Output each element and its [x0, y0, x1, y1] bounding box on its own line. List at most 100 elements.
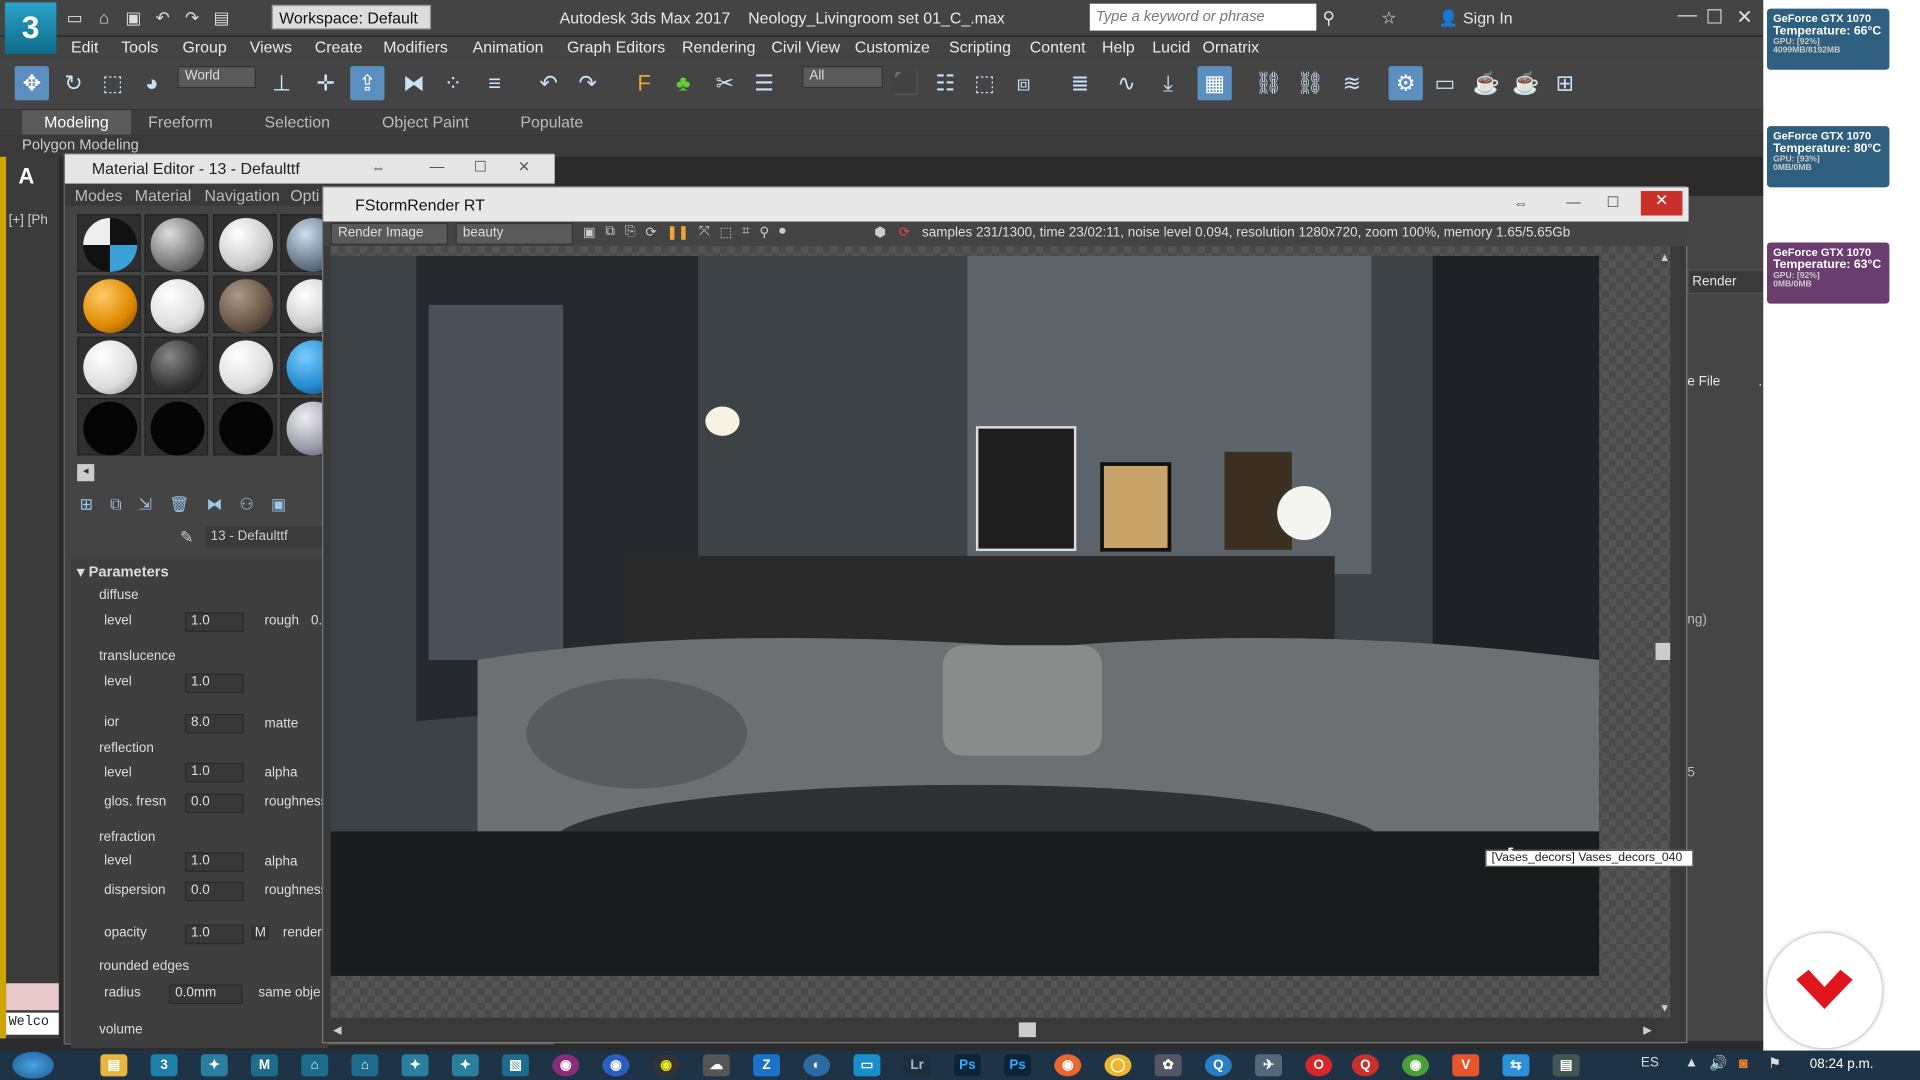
copy-image-icon[interactable]: ⧉	[605, 224, 615, 240]
sync-icon[interactable]: ⟳	[899, 224, 910, 240]
material-name-field[interactable]: 13 - Defaulttf	[205, 526, 329, 549]
app-icon[interactable]: ✦	[200, 1054, 228, 1077]
app-icon[interactable]: ◐	[803, 1054, 831, 1077]
material-slot[interactable]	[213, 397, 277, 456]
opacity-map-button[interactable]: M	[251, 925, 270, 941]
app-icon[interactable]: ◉	[602, 1054, 630, 1077]
material-slot[interactable]	[213, 336, 277, 395]
close-icon[interactable]: ✕	[1736, 5, 1752, 29]
ribbon-tab-modeling[interactable]: Modeling	[22, 110, 131, 135]
maximize-icon[interactable]: ☐	[474, 158, 487, 175]
app-icon[interactable]: ✈	[1255, 1054, 1283, 1077]
redo-tool-icon[interactable]: ↷	[571, 66, 605, 100]
material-slot[interactable]	[213, 275, 277, 334]
app-icon[interactable]: ◉	[652, 1054, 680, 1077]
workspace-dropdown[interactable]: Workspace: Default	[271, 4, 432, 30]
restore-icon[interactable]: ⇔	[371, 159, 386, 176]
schematic-icon[interactable]: ⤓	[1151, 66, 1185, 100]
close-icon[interactable]: ✕	[518, 158, 530, 175]
copy-material-icon[interactable]: ⧓	[206, 495, 222, 515]
photoshop-icon[interactable]: Ps	[953, 1054, 981, 1077]
reflection-level-spinner[interactable]: 1.0	[184, 762, 244, 783]
radius-spinner[interactable]: 0.0mm	[168, 984, 243, 1005]
list-icon[interactable]: ☰	[747, 66, 781, 100]
chrome-icon[interactable]: ◉	[1402, 1054, 1429, 1077]
tray-icon[interactable]: ◙	[1739, 1054, 1748, 1071]
glos-fresnel-spinner[interactable]: 0.0	[184, 793, 244, 814]
minimize-icon[interactable]: —	[1566, 193, 1581, 210]
scroll-left-icon[interactable]: ◀	[333, 1024, 341, 1037]
vertical-scrollbar-thumb[interactable]	[1655, 642, 1671, 661]
viewport-label[interactable]: [+] [Ph	[9, 213, 48, 228]
rough-value[interactable]: 0.	[311, 613, 322, 628]
refresh-icon[interactable]: ⟳	[645, 224, 656, 240]
app-icon[interactable]: ✦	[401, 1054, 429, 1077]
camera-icon[interactable]: ⏺	[779, 224, 786, 240]
app-icon[interactable]: ✿	[1154, 1054, 1182, 1077]
maximize-icon[interactable]: ☐	[1607, 193, 1620, 210]
tools-icon[interactable]: ✂	[708, 66, 742, 100]
window-crossing-icon[interactable]: ⧈	[1007, 66, 1041, 100]
project-icon[interactable]: ▤	[211, 6, 233, 28]
select-object-icon[interactable]: ⬛	[889, 66, 923, 100]
delete-material-icon[interactable]: 🗑	[169, 495, 189, 515]
restore-icon[interactable]: ⇔	[1513, 195, 1528, 212]
binoculars-icon[interactable]: ⚲	[1322, 7, 1335, 28]
close-icon[interactable]: ✕	[1640, 191, 1683, 216]
menu-group[interactable]: Group	[182, 38, 226, 56]
mirror-icon[interactable]: ⧓	[397, 66, 431, 100]
sign-in-link[interactable]: 👤 Sign In	[1439, 9, 1513, 29]
material-slot[interactable]	[144, 397, 209, 456]
lightroom-icon[interactable]: Lr	[903, 1054, 931, 1077]
pause-icon[interactable]: ❚❚	[666, 224, 689, 240]
link-icon[interactable]: ⛓	[1251, 66, 1285, 100]
app-icon[interactable]: Q	[1204, 1054, 1232, 1077]
render-production-icon[interactable]: ☕	[1469, 66, 1503, 100]
undo-tool-icon[interactable]: ↶	[531, 66, 565, 100]
snap-icon[interactable]: ⁘	[436, 66, 470, 100]
ior-spinner[interactable]: 8.0	[184, 713, 244, 734]
bind-icon[interactable]: ≋	[1335, 66, 1369, 100]
menu-content[interactable]: Content	[1030, 38, 1086, 56]
app-icon[interactable]: ⇆	[1502, 1054, 1530, 1077]
zoom-icon[interactable]: ⚲	[759, 224, 769, 240]
photoshop-icon[interactable]: Ps	[1004, 1054, 1032, 1077]
refraction-level-spinner[interactable]: 1.0	[184, 852, 244, 872]
placement-icon[interactable]: ◕	[135, 66, 169, 100]
show-hidden-icon[interactable]: ▲	[1685, 1056, 1698, 1071]
ribbon-tab-object-paint[interactable]: Object Paint	[382, 113, 469, 131]
material-slot[interactable]	[144, 336, 209, 395]
render-pass-dropdown[interactable]: beauty	[455, 222, 574, 245]
layer-icon[interactable]: ≣	[1063, 66, 1097, 100]
menu-customize[interactable]: Customize	[855, 38, 930, 56]
material-slot[interactable]	[77, 397, 141, 456]
menu-lucid[interactable]: Lucid	[1152, 38, 1190, 56]
parameters-header[interactable]: ▾ Parameters	[77, 563, 169, 580]
pivot-icon[interactable]: ⊥	[264, 66, 298, 100]
render-frame-icon[interactable]: ▭	[1428, 66, 1462, 100]
dispersion-spinner[interactable]: 0.0	[184, 881, 244, 902]
app-icon[interactable]: ▭	[853, 1054, 881, 1077]
clone-icon[interactable]: ⎘	[625, 224, 636, 240]
move-icon[interactable]: ✥	[14, 66, 49, 101]
3dsmax-taskbar-icon[interactable]: 3	[150, 1054, 178, 1077]
material-slot[interactable]	[77, 275, 141, 334]
tree-icon[interactable]: ♣	[666, 66, 700, 100]
clock[interactable]: 08:24 p.m.	[1810, 1057, 1874, 1072]
search-input[interactable]: Type a keyword or phrase	[1089, 3, 1317, 31]
opacity-spinner[interactable]: 1.0	[184, 924, 244, 945]
opera-icon[interactable]: O	[1305, 1054, 1333, 1077]
redo-icon[interactable]: ↷	[181, 6, 203, 28]
scale-icon[interactable]: ⬚	[96, 66, 130, 100]
save-image-icon[interactable]: ▣	[583, 224, 596, 240]
get-material-icon[interactable]: ⊞	[80, 495, 93, 515]
material-slot[interactable]	[213, 214, 277, 272]
open-file-icon[interactable]: ⌂	[93, 6, 115, 28]
menu-modes[interactable]: Modes	[75, 186, 123, 204]
firefox-icon[interactable]: ◉	[1054, 1054, 1082, 1077]
diffuse-level-spinner[interactable]: 1.0	[184, 612, 244, 632]
select-manipulate-icon[interactable]: ✛	[309, 66, 343, 100]
app-icon[interactable]: Z	[753, 1054, 781, 1077]
minimize-icon[interactable]: —	[1678, 5, 1698, 27]
render-mode-dropdown[interactable]: Render Image	[330, 222, 449, 245]
